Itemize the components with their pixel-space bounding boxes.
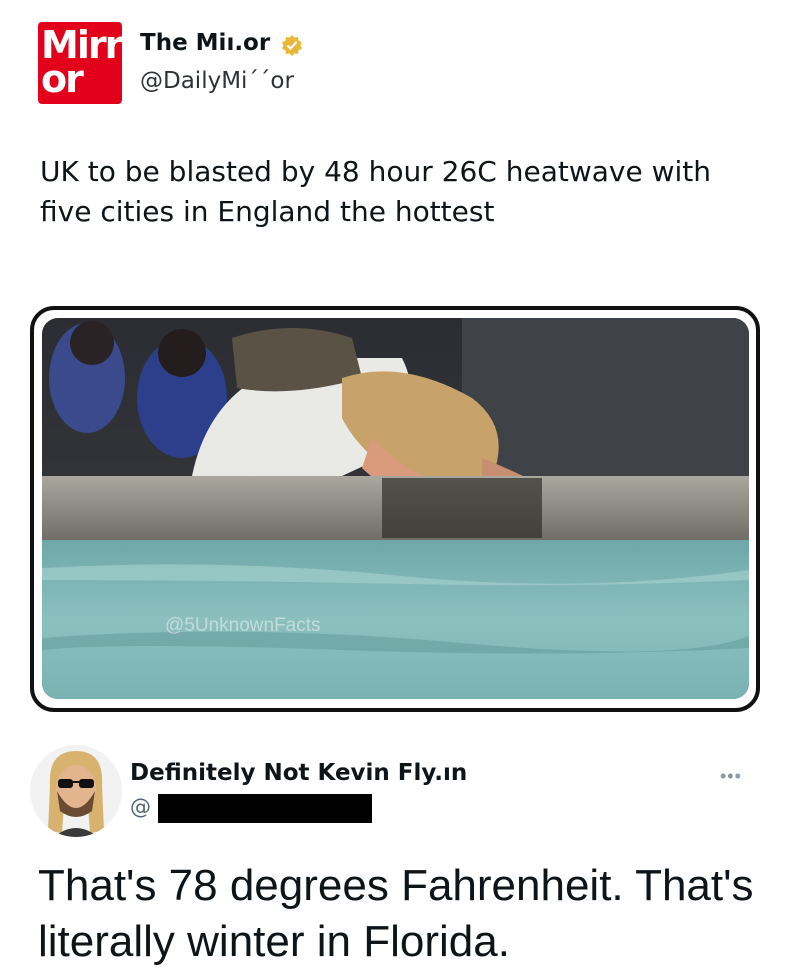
author-handle[interactable]: @DailyMi´´or <box>140 68 294 94</box>
reply-avatar[interactable] <box>30 745 122 837</box>
mirror-logo-avatar[interactable]: Mirr or <box>38 22 122 104</box>
reply-text: That's 78 degrees Fahrenheit. That's lit… <box>38 861 754 966</box>
author-name[interactable]: The Miı.or <box>140 30 270 56</box>
logo-text-bottom: or <box>41 57 84 101</box>
redaction-bar <box>158 794 372 823</box>
reply-author-name[interactable]: Definitely Not Kevin Fly.ın <box>130 760 467 786</box>
more-options-icon[interactable]: ••• <box>720 766 742 787</box>
tweet-photo[interactable] <box>42 318 749 699</box>
tweet-text: UK to be blasted by 48 hour 26C heatwave… <box>40 155 712 228</box>
reply-author-handle[interactable]: @ <box>130 795 151 819</box>
verified-badge-icon <box>282 35 302 56</box>
media-watermark: @5UnknownFacts <box>165 615 321 636</box>
